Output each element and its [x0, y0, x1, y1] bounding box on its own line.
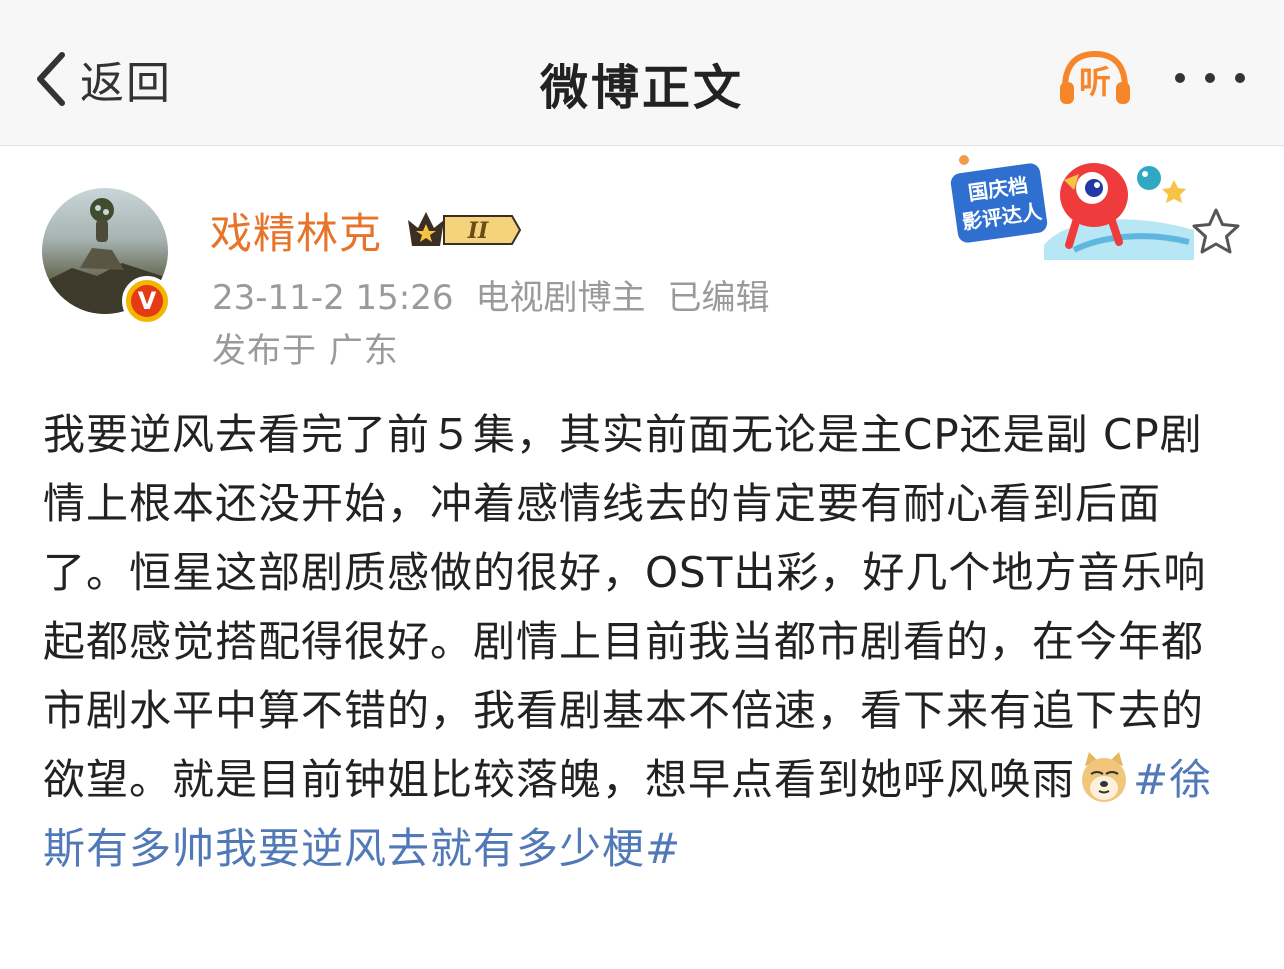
post-meta: 23-11-2 15:26 电视剧博主 已编辑	[212, 270, 792, 319]
post-location: 发布于 广东	[212, 331, 399, 371]
post-content: 我要逆风去看完了前５集，其实前面无论是主CP还是副 CP剧情上根本还没开始，冲着…	[43, 400, 1243, 883]
edited-label[interactable]: 已编辑	[668, 278, 770, 318]
listen-label: 听	[1078, 63, 1111, 101]
national-day-reviewer-sticker[interactable]: 国庆档 影评达人	[944, 150, 1204, 265]
post-text: 我要逆风去看完了前５集，其实前面无论是主CP还是副 CP剧情上根本还没开始，冲着…	[43, 410, 1207, 804]
top-navbar: 返回 微博正文 听	[0, 0, 1284, 146]
verified-v-icon: V	[131, 285, 163, 317]
star-icon[interactable]	[1190, 206, 1242, 258]
doge-icon	[1082, 752, 1127, 802]
more-icon[interactable]	[1170, 58, 1250, 98]
listen-button[interactable]: 听	[1055, 48, 1135, 108]
post-source: 电视剧博主	[475, 278, 646, 318]
level-badge-text: II	[467, 218, 489, 244]
crown-level-badge-icon[interactable]: II	[404, 208, 522, 252]
author-name[interactable]: 戏精林克	[210, 200, 382, 261]
post-timestamp: 23-11-2 15:26	[212, 278, 454, 318]
verified-badge: V	[122, 276, 172, 326]
